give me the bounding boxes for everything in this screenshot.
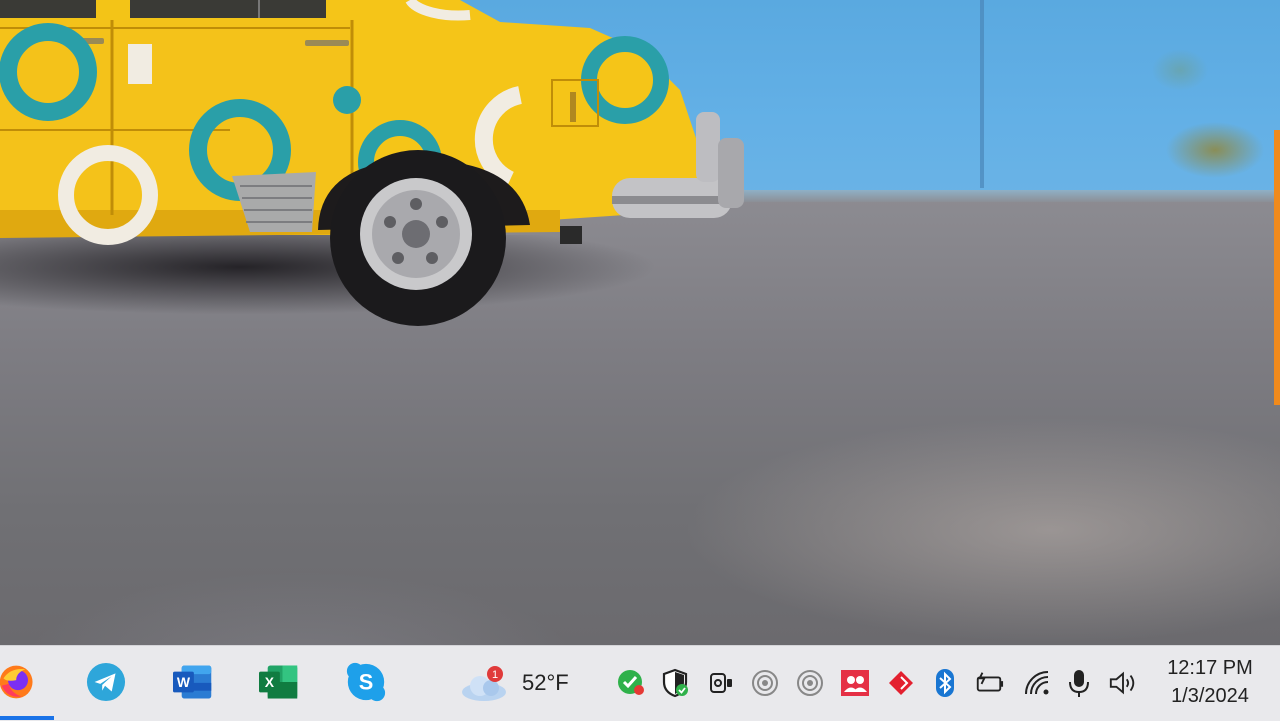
excel-letter: X [265, 674, 275, 690]
bluetooth-icon[interactable] [930, 668, 960, 698]
taskbar-app-word[interactable]: W [173, 662, 213, 702]
wifi-icon[interactable] [1022, 668, 1052, 698]
wall-seam [980, 0, 984, 188]
weather-widget[interactable]: 1 [460, 666, 510, 702]
clock-date: 1/3/2024 [1171, 685, 1249, 707]
skype-letter: S [359, 669, 374, 694]
taskbar-app-skype[interactable]: S [346, 662, 386, 702]
taskbar-app-telegram[interactable] [86, 662, 126, 702]
desktop-wallpaper [0, 0, 1280, 645]
circle-app-icon[interactable] [795, 668, 825, 698]
skype-icon: S [346, 662, 386, 702]
firefox-icon [0, 665, 33, 699]
clock-time: 12:17 PM [1167, 657, 1253, 679]
system-clock[interactable]: 12:17 PM 1/3/2024 [1160, 654, 1260, 710]
word-icon: W [173, 665, 212, 699]
excel-icon: X [259, 665, 298, 699]
camera-icon[interactable] [706, 668, 736, 698]
speaker-icon[interactable] [1108, 668, 1138, 698]
defender-shield-icon[interactable] [660, 668, 690, 698]
active-app-indicator [0, 716, 54, 720]
red-diamond-icon[interactable] [886, 668, 916, 698]
taskbar-app-excel[interactable]: X [259, 662, 299, 702]
taskbar: W X S 1 52°F 12:17 PM 1/3/2024 [0, 645, 1280, 721]
yellow-car-image [0, 0, 744, 326]
battery-icon[interactable] [974, 668, 1004, 698]
people-app-icon[interactable] [840, 668, 870, 698]
cloud-icon: 1 [462, 666, 506, 701]
telegram-icon [86, 662, 126, 702]
weather-badge: 1 [492, 669, 498, 681]
window-edge-accent [1274, 130, 1280, 405]
word-letter: W [177, 674, 191, 690]
security-check-icon[interactable] [616, 668, 646, 698]
weather-temperature[interactable]: 52°F [522, 670, 569, 696]
taskbar-app-firefox[interactable] [0, 662, 38, 702]
microphone-icon[interactable] [1064, 668, 1094, 698]
circle-app-icon[interactable] [750, 668, 780, 698]
